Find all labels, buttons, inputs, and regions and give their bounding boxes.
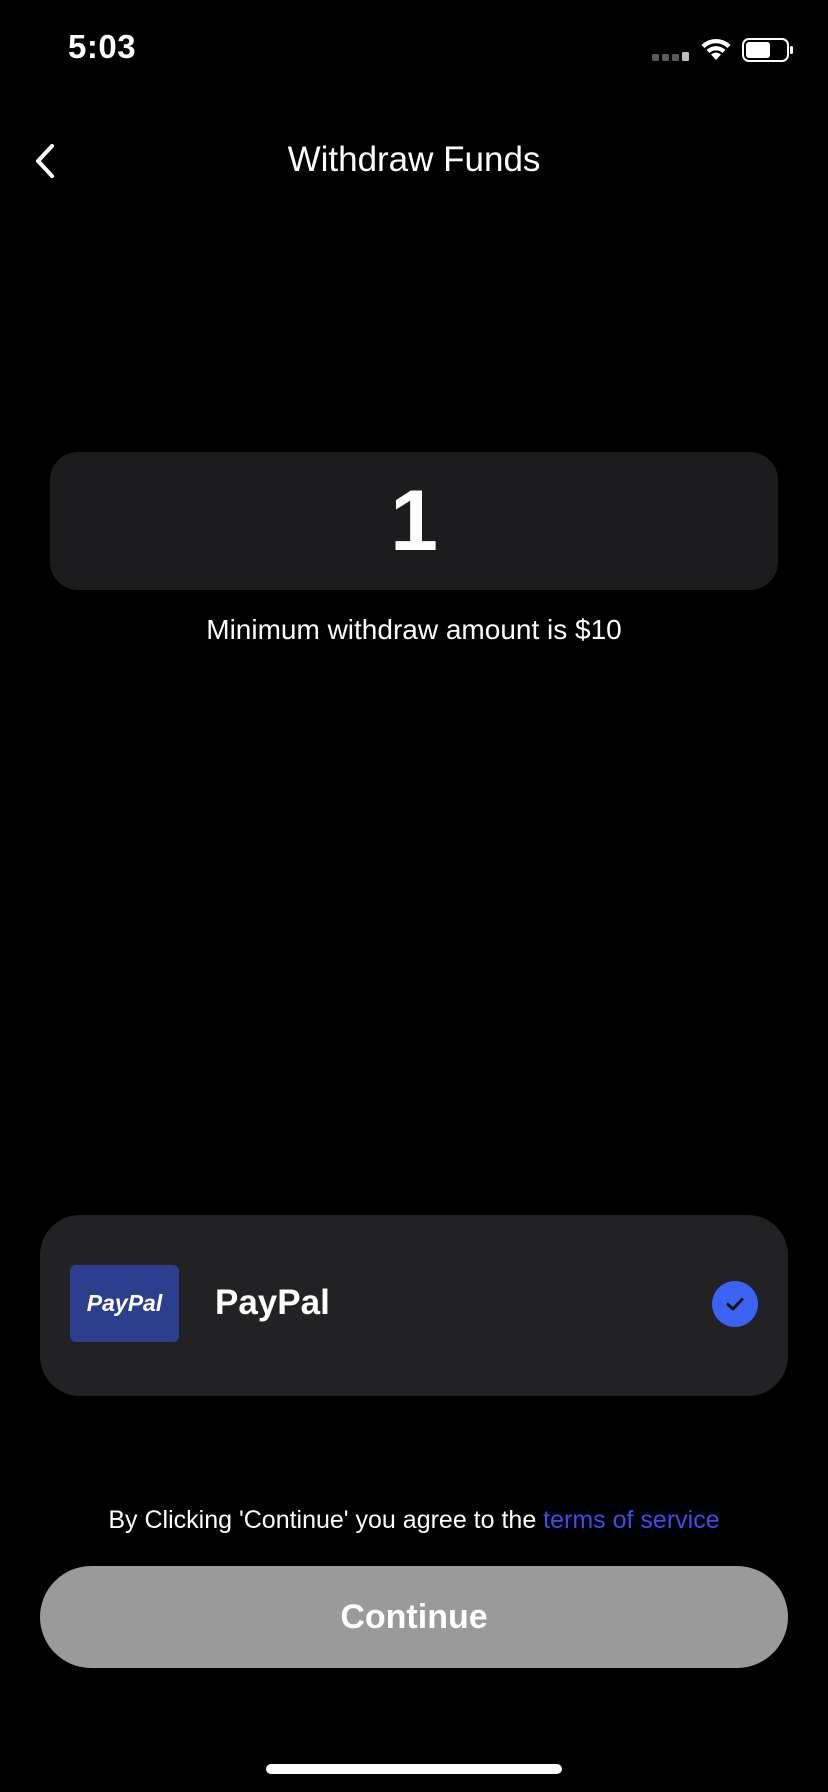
cellular-signal-icon bbox=[652, 52, 689, 61]
terms-notice: By Clicking 'Continue' you agree to the … bbox=[0, 1506, 828, 1535]
wifi-icon bbox=[701, 38, 731, 60]
home-indicator bbox=[266, 1764, 562, 1774]
terms-prefix: By Clicking 'Continue' you agree to the bbox=[108, 1506, 544, 1534]
paypal-logo: PayPal bbox=[70, 1265, 179, 1342]
checkmark-icon bbox=[726, 1298, 744, 1311]
selected-checkmark-icon bbox=[712, 1281, 758, 1327]
payment-method-paypal[interactable]: PayPal PayPal bbox=[40, 1215, 788, 1396]
status-time: 5:03 bbox=[68, 28, 137, 65]
battery-icon bbox=[742, 38, 793, 62]
continue-button[interactable]: Continue bbox=[40, 1566, 788, 1668]
payment-method-name: PayPal bbox=[215, 1283, 330, 1322]
terms-of-service-link[interactable]: terms of service bbox=[543, 1506, 719, 1534]
minimum-amount-note: Minimum withdraw amount is $10 bbox=[206, 614, 622, 645]
page-title: Withdraw Funds bbox=[287, 140, 541, 179]
amount-value: 1 bbox=[390, 473, 438, 569]
amount-input[interactable]: 1 bbox=[50, 452, 778, 590]
